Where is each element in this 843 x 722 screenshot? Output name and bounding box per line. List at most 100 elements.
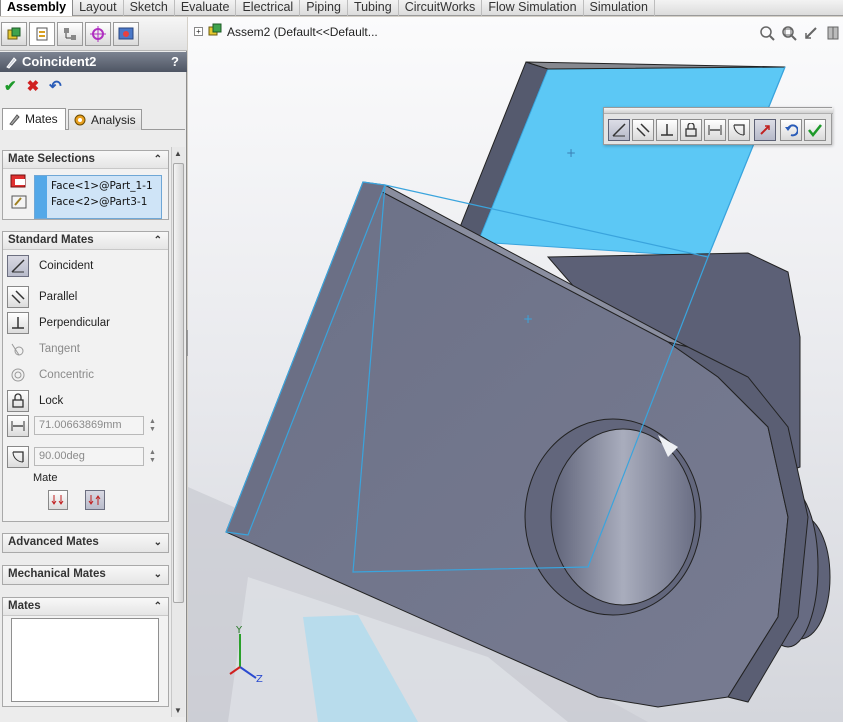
scroll-down-icon[interactable]: ▼: [174, 706, 182, 715]
manager-icon-tabs: [0, 17, 187, 51]
mate-alignment-label: Mate: [33, 472, 58, 484]
angle-input[interactable]: 90.00deg: [34, 447, 144, 466]
ctx-ok-button[interactable]: [804, 119, 826, 141]
anti-aligned-button[interactable]: [85, 490, 105, 510]
concentric-label: Concentric: [39, 369, 94, 381]
ctx-distance-button[interactable]: [704, 119, 726, 141]
tab-mates-label: Mates: [25, 112, 58, 126]
tab-mates[interactable]: Mates: [2, 108, 66, 130]
ctx-perpendicular-button[interactable]: [656, 119, 678, 141]
tab-evaluate[interactable]: Evaluate: [175, 0, 237, 16]
property-manager-tab[interactable]: [29, 22, 55, 46]
mates-group: Mates ⌃: [2, 597, 169, 707]
tab-electrical[interactable]: Electrical: [236, 0, 301, 16]
expand-chevron-icon: ⌄: [153, 569, 162, 580]
help-button[interactable]: ?: [171, 52, 179, 72]
checkmark-icon: [808, 124, 822, 137]
parallel-mate-option[interactable]: Parallel: [7, 285, 77, 309]
dimxpert-tab[interactable]: [85, 22, 111, 46]
aligned-icon: [51, 495, 64, 505]
configuration-manager-tab[interactable]: [57, 22, 83, 46]
ctx-angle-button[interactable]: [728, 119, 750, 141]
mechanical-mates-group[interactable]: Mechanical Mates ⌄: [2, 565, 169, 585]
tab-analysis[interactable]: Analysis: [68, 109, 142, 130]
pm-scrollbar[interactable]: ▲ ▼: [171, 147, 185, 717]
ok-checkmark-icon[interactable]: ✔: [4, 77, 17, 95]
parallel-label: Parallel: [39, 291, 78, 303]
tab-simulation[interactable]: Simulation: [584, 0, 655, 16]
graphics-viewport[interactable]: + + + Assem2 (Default<<Default... Y Z: [188, 17, 843, 722]
assembly-tree-flyout[interactable]: + Assem2 (Default<<Default...: [194, 23, 378, 40]
mate-selections-header[interactable]: Mate Selections ⌃: [3, 151, 168, 169]
pm-sub-tabs: Mates Analysis: [2, 108, 185, 130]
svg-text:+: +: [523, 312, 533, 326]
zoom-to-fit-icon[interactable]: [759, 25, 775, 44]
tangent-label: Tangent: [39, 343, 80, 355]
collapse-chevron-icon: ⌃: [153, 601, 162, 612]
tab-assembly[interactable]: Assembly: [0, 0, 74, 16]
angle-icon: [733, 124, 745, 136]
section-view-icon[interactable]: [825, 25, 841, 44]
display-manager-tab[interactable]: [113, 22, 139, 46]
mechanical-mates-header[interactable]: Mechanical Mates ⌄: [3, 566, 168, 584]
pm-action-buttons: ✔ ✖ ↶: [4, 77, 62, 95]
advanced-mates-header[interactable]: Advanced Mates ⌄: [3, 534, 168, 552]
concentric-icon: [7, 364, 29, 386]
pm-scroll-area: Mate Selections ⌃ Face<1>@Part_1-1 Face<…: [2, 147, 170, 717]
collapse-chevron-icon: ⌃: [153, 154, 162, 165]
coincident-mate-option[interactable]: Coincident: [7, 254, 93, 278]
triad-z-label: Z: [256, 674, 263, 682]
tab-layout[interactable]: Layout: [73, 0, 124, 16]
tab-flow-simulation[interactable]: Flow Simulation: [482, 0, 584, 16]
angle-icon[interactable]: [7, 446, 29, 468]
crosshair-icon: [90, 26, 106, 42]
coincident-icon: [612, 123, 626, 137]
list-item[interactable]: Face<1>@Part_1-1: [51, 180, 153, 192]
expand-plus-icon[interactable]: +: [194, 27, 203, 36]
heads-up-view-toolbar: [759, 25, 841, 44]
ctx-parallel-button[interactable]: [632, 119, 654, 141]
undo-icon[interactable]: ↶: [49, 77, 62, 95]
lock-mate-option[interactable]: Lock: [7, 389, 63, 413]
ctx-coincident-button[interactable]: [608, 119, 630, 141]
mate-selections-list[interactable]: Face<1>@Part_1-1 Face<2>@Part3-1: [34, 175, 162, 219]
advanced-mates-group[interactable]: Advanced Mates ⌄: [2, 533, 169, 553]
zoom-to-area-icon[interactable]: [781, 25, 797, 44]
ctx-flip-alignment-button[interactable]: [754, 119, 776, 141]
scrollbar-thumb[interactable]: [173, 163, 184, 603]
toolbar-grip: [604, 108, 833, 114]
mates-header[interactable]: Mates ⌃: [3, 598, 168, 616]
concentric-mate-option[interactable]: Concentric: [7, 363, 94, 387]
list-item[interactable]: Face<2>@Part3-1: [51, 196, 147, 208]
tab-tubing[interactable]: Tubing: [348, 0, 399, 16]
paperclip-icon: [7, 112, 21, 132]
tab-circuitworks[interactable]: CircuitWorks: [399, 0, 483, 16]
mates-list-box[interactable]: [11, 618, 159, 702]
perpendicular-label: Perpendicular: [39, 317, 110, 329]
selection-color-bar: [35, 176, 47, 218]
tab-piping[interactable]: Piping: [300, 0, 348, 16]
mates-title: Mates: [8, 600, 41, 612]
scroll-up-icon[interactable]: ▲: [174, 149, 182, 158]
ctx-undo-button[interactable]: [780, 119, 802, 141]
distance-icon: [708, 125, 722, 135]
standard-mates-title: Standard Mates: [8, 234, 94, 246]
feature-tree-tab[interactable]: [1, 22, 27, 46]
tangent-mate-option[interactable]: Tangent: [7, 337, 80, 361]
aligned-button[interactable]: [48, 490, 68, 510]
ctx-lock-button[interactable]: [680, 119, 702, 141]
distance-input[interactable]: 71.00663869mm: [34, 416, 144, 435]
lock-icon: [7, 390, 29, 412]
previous-view-icon[interactable]: [803, 25, 819, 44]
distance-spinner[interactable]: ▲ ▼: [149, 418, 156, 434]
tab-sketch[interactable]: Sketch: [124, 0, 175, 16]
multi-mate-icon: [9, 193, 29, 214]
coincident-icon: [7, 255, 29, 277]
cancel-x-icon[interactable]: ✖: [27, 77, 40, 95]
perpendicular-mate-option[interactable]: Perpendicular: [7, 311, 110, 335]
distance-icon[interactable]: [7, 415, 29, 437]
standard-mates-header[interactable]: Standard Mates ⌃: [3, 232, 168, 250]
angle-spinner[interactable]: ▲ ▼: [149, 449, 156, 465]
flip-alignment-icon: [760, 125, 770, 135]
tangent-icon: [7, 338, 29, 360]
